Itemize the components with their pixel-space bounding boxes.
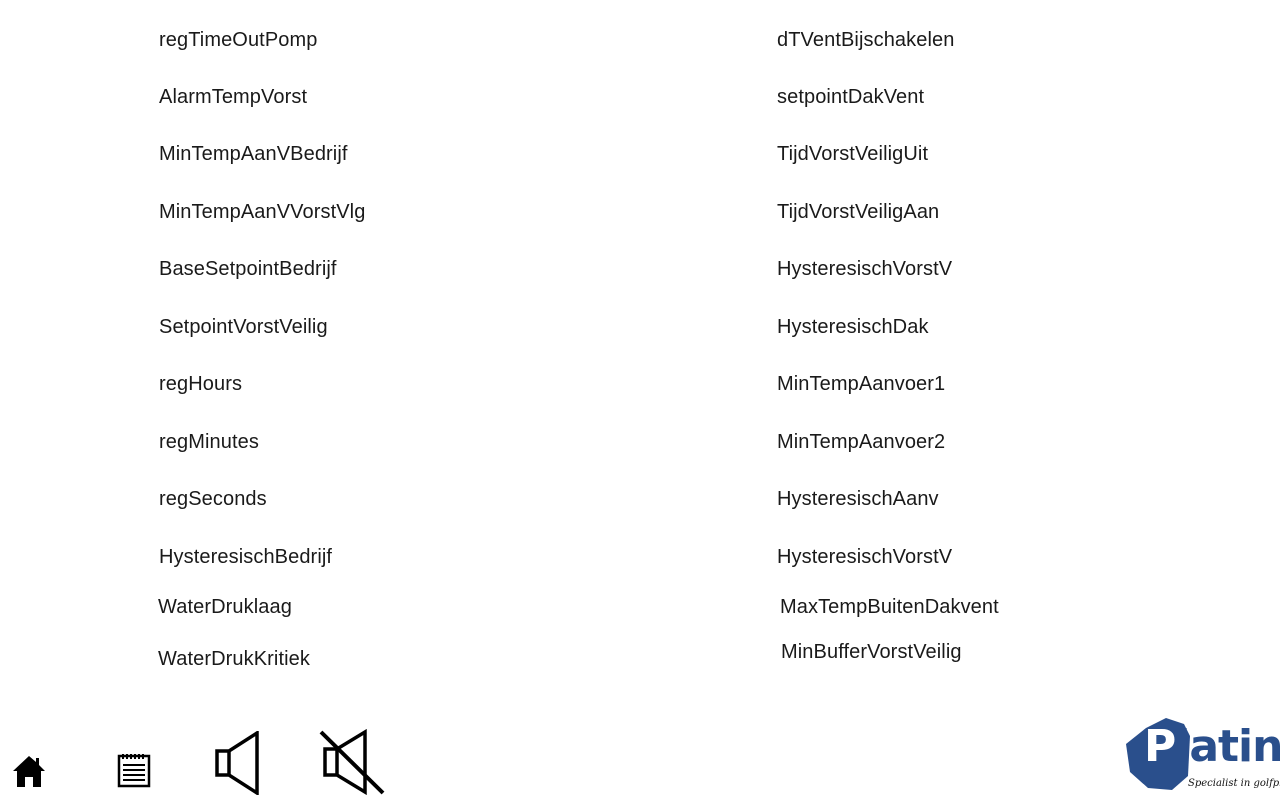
home-button[interactable]: [10, 752, 48, 790]
settings-screen: regTimeOutPomp AlarmTempVorst MinTempAan…: [0, 0, 1280, 800]
sound-off-button[interactable]: [318, 728, 388, 796]
notepad-icon: [117, 754, 151, 788]
param-WaterDrukKritiek[interactable]: WaterDrukKritiek: [158, 647, 310, 671]
param-MinTempAanvoer1[interactable]: MinTempAanvoer1: [777, 372, 945, 396]
param-WaterDruklaag[interactable]: WaterDruklaag: [158, 595, 292, 619]
param-regSeconds[interactable]: regSeconds: [159, 487, 267, 511]
param-MinTempAanVVorstVlg[interactable]: MinTempAanVVorstVlg: [159, 200, 365, 224]
home-icon: [13, 756, 45, 787]
logo-brand-text: latina: [1175, 721, 1280, 772]
log-button[interactable]: [114, 750, 154, 790]
logo-brand: Platina: [1144, 722, 1280, 772]
param-MaxTempBuitenDakvent[interactable]: MaxTempBuitenDakvent: [780, 595, 999, 619]
param-HysteresischAanv[interactable]: HysteresischAanv: [777, 487, 939, 511]
param-regTimeOutPomp[interactable]: regTimeOutPomp: [159, 28, 318, 52]
param-regMinutes[interactable]: regMinutes: [159, 430, 259, 454]
param-HysteresischBedrijf[interactable]: HysteresischBedrijf: [159, 545, 332, 569]
speaker-mute-icon: [319, 729, 385, 795]
param-MinTempAanVBedrijf[interactable]: MinTempAanVBedrijf: [159, 142, 348, 166]
param-regHours[interactable]: regHours: [159, 372, 242, 396]
logo-tagline: Specialist in golfplaten: [1188, 778, 1280, 789]
param-TijdVorstVeiligUit[interactable]: TijdVorstVeiligUit: [777, 142, 928, 166]
platina-logo: Platina Specialist in golfplaten: [1124, 716, 1280, 794]
sound-on-button[interactable]: [212, 730, 262, 796]
param-SetpointVorstVeilig[interactable]: SetpointVorstVeilig: [159, 315, 328, 339]
param-AlarmTempVorst[interactable]: AlarmTempVorst: [159, 85, 307, 109]
speaker-icon: [215, 731, 259, 795]
param-MinTempAanvoer2[interactable]: MinTempAanvoer2: [777, 430, 945, 454]
param-BaseSetpointBedrijf[interactable]: BaseSetpointBedrijf: [159, 257, 337, 281]
param-HysteresischVorstV-2[interactable]: HysteresischVorstV: [777, 545, 952, 569]
param-MinBufferVorstVeilig[interactable]: MinBufferVorstVeilig: [781, 640, 962, 664]
param-HysteresischDak[interactable]: HysteresischDak: [777, 315, 929, 339]
param-dTVentBijschakelen[interactable]: dTVentBijschakelen: [777, 28, 954, 52]
param-setpointDakVent[interactable]: setpointDakVent: [777, 85, 924, 109]
param-HysteresischVorstV[interactable]: HysteresischVorstV: [777, 257, 952, 281]
param-TijdVorstVeiligAan[interactable]: TijdVorstVeiligAan: [777, 200, 939, 224]
